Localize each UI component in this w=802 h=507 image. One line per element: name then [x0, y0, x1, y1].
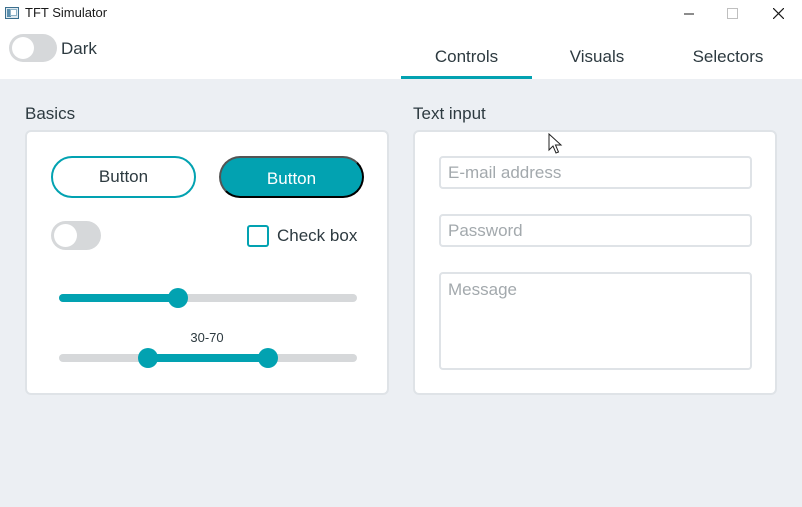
tab-content: Basics Text input Button Button Check bo… — [0, 79, 802, 507]
outline-button[interactable]: Button — [51, 156, 196, 198]
text-input-card — [413, 130, 777, 395]
tab-visuals[interactable]: Visuals — [532, 47, 662, 79]
range-slider-low-knob[interactable] — [138, 348, 158, 368]
password-field[interactable] — [439, 214, 752, 247]
switch-knob — [54, 224, 77, 247]
filled-button[interactable]: Button — [219, 156, 364, 198]
basics-section-title: Basics — [25, 104, 76, 123]
range-slider-label: 30-70 — [190, 330, 224, 345]
app-header: Dark Controls Visuals Selectors — [0, 27, 802, 80]
dark-mode-switch[interactable] — [9, 34, 57, 62]
tab-controls[interactable]: Controls — [401, 47, 532, 79]
slider-knob[interactable] — [168, 288, 188, 308]
text-input-section-title: Text input — [413, 104, 486, 123]
mouse-cursor-icon — [548, 133, 563, 154]
range-slider-fill — [148, 354, 268, 362]
basics-card: Button Button Check box 30-70 — [25, 130, 389, 395]
range-slider-high-knob[interactable] — [258, 348, 278, 368]
checkbox-label: Check box — [277, 226, 358, 245]
message-field[interactable] — [439, 272, 752, 370]
app-window-icon — [5, 7, 19, 19]
email-field[interactable] — [439, 156, 752, 189]
range-slider[interactable] — [59, 348, 357, 368]
slider[interactable] — [59, 288, 357, 308]
basics-switch[interactable] — [51, 221, 101, 250]
tab-selectors[interactable]: Selectors — [662, 47, 794, 79]
maximize-icon[interactable] — [709, 0, 755, 27]
checkbox[interactable] — [247, 225, 269, 247]
minimize-icon[interactable] — [666, 0, 712, 27]
slider-fill — [59, 294, 178, 302]
window-title: TFT Simulator — [25, 5, 108, 20]
close-icon[interactable] — [755, 0, 801, 27]
window-titlebar: TFT Simulator — [0, 0, 802, 27]
dark-mode-label: Dark — [61, 39, 97, 58]
switch-knob — [12, 37, 34, 59]
